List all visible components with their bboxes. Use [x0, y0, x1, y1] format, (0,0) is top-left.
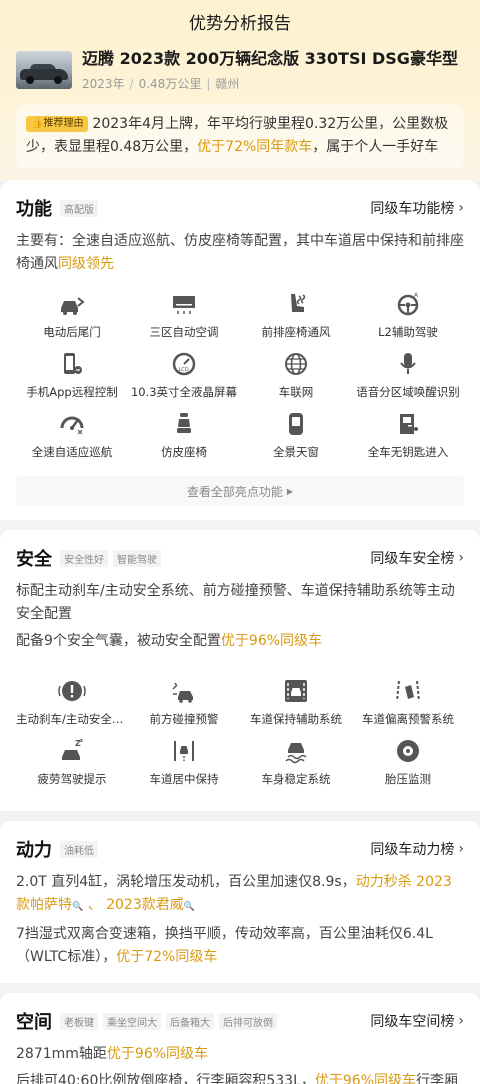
stability-icon — [285, 743, 307, 764]
safety-tag: 安全性好 — [60, 549, 108, 567]
safety-title: 安全 — [16, 549, 52, 570]
seat-icon — [177, 413, 191, 433]
keyless-door-icon — [400, 414, 418, 434]
features-grid: 电动后尾门 三区自动空调 前排座椅通风 A L2辅助驾驶 手机App远程控制 L… — [16, 290, 464, 470]
safety-item[interactable]: 车道偏离预警系统 — [352, 677, 464, 737]
brake-warning-icon — [58, 681, 86, 701]
search-icon: 🔍 — [72, 902, 84, 912]
chevron-right-icon: › — [458, 550, 464, 566]
recommend-badge: 👍推荐理由 — [26, 116, 89, 132]
feature-item[interactable]: 语音分区域唤醒识别 — [352, 350, 464, 410]
features-card: 功能 高配版 同级车功能榜 › 主要有：全速自适应巡航、仿皮座椅等配置，其中车道居… — [0, 180, 480, 520]
space-tag: 老板键 — [60, 1012, 98, 1030]
safety-card: 安全 安全性好 智能驾驶 同级车安全榜 › 标配主动刹车/主动安全系统、前方碰撞预… — [0, 530, 480, 811]
lane-departure-icon — [396, 680, 420, 702]
sunroof-icon — [289, 413, 303, 435]
space-tag: 乘坐空间大 — [103, 1012, 161, 1030]
power-rank-link[interactable]: 同级车动力榜 › — [370, 839, 464, 859]
car-year: 2023年 — [82, 77, 125, 91]
svg-text:LCD: LCD — [179, 367, 189, 373]
hero-section: 优势分析报告 迈腾 2023款 200万辆纪念版 330TSI DSG豪华型 2… — [0, 0, 480, 180]
features-title: 功能 — [16, 199, 52, 220]
safety-item[interactable]: 车身稳定系统 — [240, 737, 352, 797]
cruise-icon — [60, 416, 84, 435]
seat-ventilation-icon — [291, 294, 306, 312]
car-city: 赣州 — [215, 77, 240, 91]
space-tag: 后排可放倒 — [219, 1012, 277, 1030]
power-desc-1: 2.0T 直列4缸，涡轮增压发动机，百公里加速仅8.9s，动力秒杀 2023款帕… — [16, 874, 452, 913]
collision-warning-icon — [172, 682, 193, 703]
power-card: 动力 油耗低 同级车动力榜 › 2.0T 直列4缸，涡轮增压发动机，百公里加速仅8… — [0, 821, 480, 983]
features-desc: 主要有：全速自适应巡航、仿皮座椅等配置，其中车道居中保持和前排座椅通风同级领先 — [16, 233, 464, 272]
svg-text:A: A — [414, 292, 419, 299]
safety-item[interactable]: 车道保持辅助系统 — [240, 677, 352, 737]
lcd-gauge-icon: LCD — [172, 352, 196, 376]
safety-desc-2: 配备9个安全气囊，被动安全配置优于96%同级车 — [16, 633, 323, 649]
feature-item[interactable]: 全车无钥匙进入 — [352, 410, 464, 470]
power-tag: 油耗低 — [60, 840, 98, 858]
fatigue-icon: Zz — [62, 738, 83, 760]
triangle-right-icon: ▶ — [286, 486, 294, 496]
car-meta: 2023年/0.48万公里 | 赣州 — [82, 77, 240, 91]
space-desc-2: 后排可40:60比例放倒座椅，行李厢容积533L，优于96%同级车行李厢空间 — [16, 1073, 458, 1084]
reason-highlight: 优于72%同年款车 — [197, 139, 313, 155]
space-rank-link[interactable]: 同级车空间榜 › — [370, 1011, 464, 1031]
space-card: 空间 老板键 乘坐空间大 后备箱大 后排可放倒 同级车空间榜 › 2871mm轴距… — [0, 993, 480, 1084]
lane-center-icon — [174, 741, 194, 761]
feature-item[interactable]: A L2辅助驾驶 — [352, 290, 464, 350]
car-mileage: 0.48万公里 — [138, 77, 202, 91]
safety-tag: 智能驾驶 — [113, 549, 161, 567]
svg-text:z: z — [80, 738, 83, 744]
car-title: 迈腾 2023款 200万辆纪念版 330TSI DSG豪华型 — [82, 49, 458, 68]
thumbs-up-icon: 👍 — [31, 118, 44, 129]
car-thumbnail — [16, 51, 72, 89]
search-icon: 🔍 — [183, 902, 195, 912]
feature-item[interactable]: 仿皮座椅 — [128, 410, 240, 470]
space-desc-1: 2871mm轴距优于96%同级车 — [16, 1046, 209, 1062]
safety-item[interactable]: 车道居中保持 — [128, 737, 240, 797]
safety-rank-link[interactable]: 同级车安全榜 › — [370, 548, 464, 568]
air-conditioner-icon — [173, 296, 195, 314]
features-rank-link[interactable]: 同级车功能榜 › — [370, 198, 464, 218]
safety-item[interactable]: 胎压监测 — [352, 737, 464, 797]
power-desc-2: 7挡湿式双离合变速箱，换挡平顺，传动效率高，百公里油耗仅6.4L（WLTC标准）… — [16, 926, 433, 965]
page-title: 优势分析报告 — [189, 13, 291, 34]
safety-item[interactable]: Zz 疲劳驾驶提示 — [16, 737, 128, 797]
recommend-reason: 👍推荐理由 2023年4月上牌，年平均行驶里程0.32万公里，公里数极少，表显里程… — [16, 104, 464, 168]
safety-desc-1: 标配主动刹车/主动安全系统、前方碰撞预警、车道保持辅助系统等主动安全配置 — [16, 583, 455, 622]
chevron-right-icon: › — [458, 1013, 464, 1029]
microphone-icon — [400, 353, 416, 374]
features-tag: 高配版 — [60, 199, 98, 217]
chevron-right-icon: › — [458, 841, 464, 857]
power-title: 动力 — [16, 840, 52, 861]
chevron-right-icon: › — [458, 200, 464, 216]
steering-assist-icon: A — [397, 292, 419, 316]
view-all-features-button[interactable]: 查看全部亮点功能 ▶ — [16, 476, 464, 506]
feature-item[interactable]: 全景天窗 — [240, 410, 352, 470]
feature-item[interactable]: 前排座椅通风 — [240, 290, 352, 350]
tailgate-icon — [61, 297, 85, 315]
car-summary[interactable]: 迈腾 2023款 200万辆纪念版 330TSI DSG豪华型 2023年/0.… — [0, 42, 480, 92]
feature-item[interactable]: 全速自适应巡航 — [16, 410, 128, 470]
space-title: 空间 — [16, 1012, 52, 1033]
feature-item[interactable]: 车联网 — [240, 350, 352, 410]
connected-car-icon — [285, 353, 307, 375]
feature-item[interactable]: 电动后尾门 — [16, 290, 128, 350]
safety-item[interactable]: 前方碰撞预警 — [128, 677, 240, 737]
safety-grid: 主动刹车/主动安全系统 前方碰撞预警 车道保持辅助系统 车道偏离预警系统 Zz … — [16, 677, 464, 797]
space-tag: 后备箱大 — [166, 1012, 214, 1030]
safety-item[interactable]: 主动刹车/主动安全系统 — [16, 677, 128, 737]
lane-keep-icon — [285, 680, 307, 702]
tire-pressure-icon — [397, 740, 419, 762]
feature-item[interactable]: 手机App远程控制 — [16, 350, 128, 410]
phone-remote-icon — [64, 353, 82, 374]
feature-item[interactable]: 三区自动空调 — [128, 290, 240, 350]
feature-item[interactable]: LCD 10.3英寸全液晶屏幕 — [128, 350, 240, 410]
